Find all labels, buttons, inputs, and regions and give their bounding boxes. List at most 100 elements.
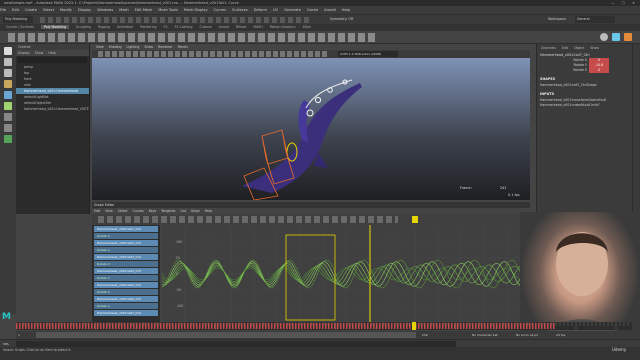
graph-menu-item[interactable]: Select xyxy=(118,209,128,213)
keyframe-marker[interactable] xyxy=(526,323,528,329)
keyframe-marker[interactable] xyxy=(448,323,450,329)
shelf-tab[interactable]: Rendering xyxy=(140,25,156,29)
keyframe-marker[interactable] xyxy=(304,323,306,329)
shelf-tab[interactable]: FX Caching xyxy=(175,25,193,29)
keyframe-marker[interactable] xyxy=(370,323,372,329)
menu-help[interactable]: Help xyxy=(342,8,350,12)
keyframe-marker[interactable] xyxy=(544,323,546,329)
shelf-tool-icons[interactable] xyxy=(8,33,378,42)
range-start[interactable]: 1 xyxy=(18,332,20,338)
keyframe-marker[interactable] xyxy=(205,323,207,329)
keyframe-marker[interactable] xyxy=(76,323,78,329)
graph-menu-item[interactable]: Help xyxy=(205,209,212,213)
viewport-tool-icons[interactable] xyxy=(98,51,328,57)
outliner-menu-item[interactable]: Help xyxy=(48,51,55,55)
shelf-tab[interactable]: Curves / Surfaces xyxy=(6,25,34,29)
keyframe-marker[interactable] xyxy=(268,323,270,329)
graph-channel-attribute[interactable]: Rotate X xyxy=(94,247,158,253)
keyframe-marker[interactable] xyxy=(352,323,354,329)
arnold-icon[interactable] xyxy=(612,33,620,41)
keyframe-marker[interactable] xyxy=(502,323,504,329)
shelf-tab[interactable]: FX xyxy=(164,25,168,29)
keyframe-marker[interactable] xyxy=(145,323,147,329)
input-node[interactable]: Hammerhead_v001:makeNurbCircle7 xyxy=(537,103,632,108)
keyframe-marker[interactable] xyxy=(397,323,399,329)
keyframe-marker[interactable] xyxy=(58,323,60,329)
channel-box-tab[interactable]: Channels xyxy=(541,46,556,50)
keyframe-marker[interactable] xyxy=(199,323,201,329)
graph-channel-attribute[interactable]: Rotate X xyxy=(94,233,158,239)
menu-curves[interactable]: Curves xyxy=(214,8,226,12)
keyframe-marker[interactable] xyxy=(49,323,51,329)
keyframe-marker[interactable] xyxy=(217,323,219,329)
keyframe-marker[interactable] xyxy=(259,323,261,329)
keyframe-marker[interactable] xyxy=(214,323,216,329)
keyframe-marker[interactable] xyxy=(361,323,363,329)
keyframe-marker[interactable] xyxy=(337,323,339,329)
keyframe-marker[interactable] xyxy=(310,323,312,329)
channel-box-tab[interactable]: Object xyxy=(574,46,584,50)
range-slider-bar[interactable] xyxy=(36,332,416,338)
menu-cache[interactable]: Cache xyxy=(307,8,318,12)
keyframe-marker[interactable] xyxy=(175,323,177,329)
keyframe-marker[interactable] xyxy=(340,323,342,329)
keyframe-marker[interactable] xyxy=(460,323,462,329)
keyframe-marker[interactable] xyxy=(136,323,138,329)
playhead[interactable] xyxy=(412,322,416,330)
time-slider[interactable] xyxy=(15,322,632,330)
keyframe-marker[interactable] xyxy=(148,323,150,329)
graph-channel-object[interactable]: Hammerhead_v001:tail4_Ctrl xyxy=(94,268,158,274)
keyframe-marker[interactable] xyxy=(433,323,435,329)
keyframe-marker[interactable] xyxy=(202,323,204,329)
color-management-field[interactable]: ACES 1.0 SDR-video (sRGB) xyxy=(338,51,398,57)
keyframe-marker[interactable] xyxy=(490,323,492,329)
keyframe-marker[interactable] xyxy=(388,323,390,329)
keyframe-marker[interactable] xyxy=(19,323,21,329)
keyframe-marker[interactable] xyxy=(151,323,153,329)
range-end[interactable]: 240 xyxy=(422,332,428,338)
keyframe-marker[interactable] xyxy=(250,323,252,329)
keyframe-marker[interactable] xyxy=(121,323,123,329)
keyframe-marker[interactable] xyxy=(82,323,84,329)
select-tool-icon[interactable] xyxy=(4,47,12,55)
keyframe-marker[interactable] xyxy=(442,323,444,329)
keyframe-marker[interactable] xyxy=(184,323,186,329)
shelf-tab[interactable]: XGen xyxy=(303,25,312,29)
anim-layer[interactable]: No Anim Layer xyxy=(516,332,538,338)
keyframe-marker[interactable] xyxy=(364,323,366,329)
keyframe-marker[interactable] xyxy=(523,323,525,329)
shelf-tab[interactable]: Arnold xyxy=(219,25,229,29)
menu-set-dropdown[interactable]: Poly Modeling xyxy=(3,16,33,23)
keyframe-marker[interactable] xyxy=(427,323,429,329)
keyframe-marker[interactable] xyxy=(88,323,90,329)
keyframe-marker[interactable] xyxy=(445,323,447,329)
keyframe-marker[interactable] xyxy=(292,323,294,329)
skull-icon[interactable] xyxy=(600,33,608,41)
status-tool-icons[interactable] xyxy=(40,17,310,23)
outliner-menu-item[interactable]: Display xyxy=(18,51,30,55)
keyframe-marker[interactable] xyxy=(253,323,255,329)
keyframe-marker[interactable] xyxy=(358,323,360,329)
workspace-dropdown[interactable]: General xyxy=(575,16,615,23)
scale-tool-icon[interactable] xyxy=(4,102,12,110)
channel-box-tab[interactable]: Show xyxy=(590,46,599,50)
keyframe-marker[interactable] xyxy=(409,323,411,329)
shelf-tab[interactable]: Animation xyxy=(117,25,133,29)
keyframe-marker[interactable] xyxy=(265,323,267,329)
keyframe-marker[interactable] xyxy=(85,323,87,329)
shelf-tab[interactable]: Poly Modeling xyxy=(40,25,70,29)
keyframe-marker[interactable] xyxy=(451,323,453,329)
keyframe-marker[interactable] xyxy=(67,323,69,329)
keyframe-marker[interactable] xyxy=(130,323,132,329)
keyframe-marker[interactable] xyxy=(475,323,477,329)
layout-single-icon[interactable] xyxy=(4,113,12,121)
keyframe-marker[interactable] xyxy=(181,323,183,329)
keyframe-marker[interactable] xyxy=(169,323,171,329)
viewport-menu-item[interactable]: Show xyxy=(144,45,153,49)
graph-channel-object[interactable]: Hammerhead_v001:tail2_Ctrl xyxy=(94,240,158,246)
keyframe-marker[interactable] xyxy=(436,323,438,329)
keyframe-marker[interactable] xyxy=(484,323,486,329)
keyframe-marker[interactable] xyxy=(193,323,195,329)
keyframe-marker[interactable] xyxy=(22,323,24,329)
keyframe-marker[interactable] xyxy=(172,323,174,329)
